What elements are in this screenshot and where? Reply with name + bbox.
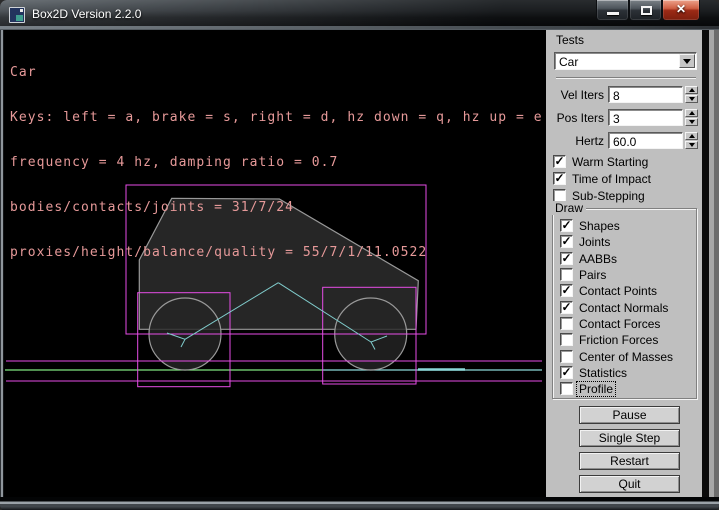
center-of-masses-checkbox[interactable] [560, 350, 573, 363]
hud-text: Car Keys: left = a, brake = s, right = d… [10, 35, 543, 290]
minimize-button[interactable] [596, 0, 629, 21]
arrow-up-icon [689, 88, 695, 92]
window-border-bottom [0, 497, 719, 510]
hertz-down-button[interactable] [685, 141, 698, 149]
friction-forces-checkbox[interactable] [560, 333, 573, 346]
shapes-checkbox[interactable]: ✓ [560, 219, 573, 232]
tests-dropdown[interactable]: Car [554, 52, 697, 70]
pos-iters-input[interactable]: 3 [608, 109, 683, 126]
maximize-button[interactable] [629, 0, 662, 21]
contact-points-checkbox[interactable]: ✓ [560, 284, 573, 297]
single-step-button[interactable]: Single Step [579, 429, 680, 447]
profile-checkbox[interactable] [560, 382, 573, 395]
hud-test-name: Car [10, 65, 543, 80]
vel-iters-down-button[interactable] [685, 95, 698, 103]
restart-button[interactable]: Restart [579, 452, 680, 470]
tests-dropdown-value: Car [559, 55, 578, 69]
tests-label: Tests [556, 33, 584, 47]
close-icon: ✕ [663, 2, 699, 16]
contact-forces-checkbox[interactable] [560, 317, 573, 330]
pairs-checkbox[interactable] [560, 268, 573, 281]
window-border-right [702, 30, 719, 497]
hertz-input[interactable]: 60.0 [608, 132, 683, 149]
arrow-up-icon [689, 111, 695, 115]
contact-normals-checkbox[interactable]: ✓ [560, 301, 573, 314]
vel-iters-spinner: Vel Iters 8 [546, 86, 704, 104]
statistics-checkbox[interactable]: ✓ [560, 366, 573, 379]
quit-button[interactable]: Quit [579, 475, 680, 493]
warm-starting-checkbox[interactable]: ✓ [553, 155, 566, 168]
draw-group-title: Draw [552, 201, 586, 215]
time-of-impact-checkbox[interactable]: ✓ [553, 172, 566, 185]
hertz-up-button[interactable] [685, 132, 698, 140]
close-button[interactable]: ✕ [662, 0, 700, 21]
hud-body-counts: bodies/contacts/joints = 31/7/24 [10, 200, 543, 215]
window-title: Box2D Version 2.2.0 [32, 7, 141, 21]
hud-keys: Keys: left = a, brake = s, right = d, hz… [10, 110, 543, 125]
pos-iters-down-button[interactable] [685, 118, 698, 126]
pos-iters-up-button[interactable] [685, 109, 698, 117]
arrow-up-icon [689, 134, 695, 138]
chevron-down-icon [683, 59, 691, 64]
maximize-icon [641, 6, 652, 15]
simulation-canvas[interactable]: Car Keys: left = a, brake = s, right = d… [4, 30, 544, 497]
vel-iters-up-button[interactable] [685, 86, 698, 94]
joints-checkbox[interactable]: ✓ [560, 235, 573, 248]
app-icon [9, 7, 25, 23]
title-bar[interactable]: Box2D Version 2.2.0 ✕ [0, 0, 719, 30]
aabbs-checkbox[interactable]: ✓ [560, 252, 573, 265]
hud-proxy-stats: proxies/height/balance/quality = 55/7/1/… [10, 245, 543, 260]
control-panel: Tests Car Vel Iters 8 Pos Iters 3 [544, 30, 702, 497]
separator [556, 77, 696, 79]
tests-dropdown-button[interactable] [679, 54, 695, 68]
vel-iters-input[interactable]: 8 [608, 86, 683, 103]
box2d-testbed-window: Box2D Version 2.2.0 ✕ [0, 0, 719, 510]
hertz-spinner: Hertz 60.0 [546, 132, 704, 150]
pos-iters-spinner: Pos Iters 3 [546, 109, 704, 127]
arrow-down-icon [689, 97, 695, 101]
pause-button[interactable]: Pause [579, 406, 680, 424]
arrow-down-icon [689, 120, 695, 124]
hud-frequency: frequency = 4 hz, damping ratio = 0.7 [10, 155, 543, 170]
minimize-icon [607, 12, 619, 15]
arrow-down-icon [689, 143, 695, 147]
